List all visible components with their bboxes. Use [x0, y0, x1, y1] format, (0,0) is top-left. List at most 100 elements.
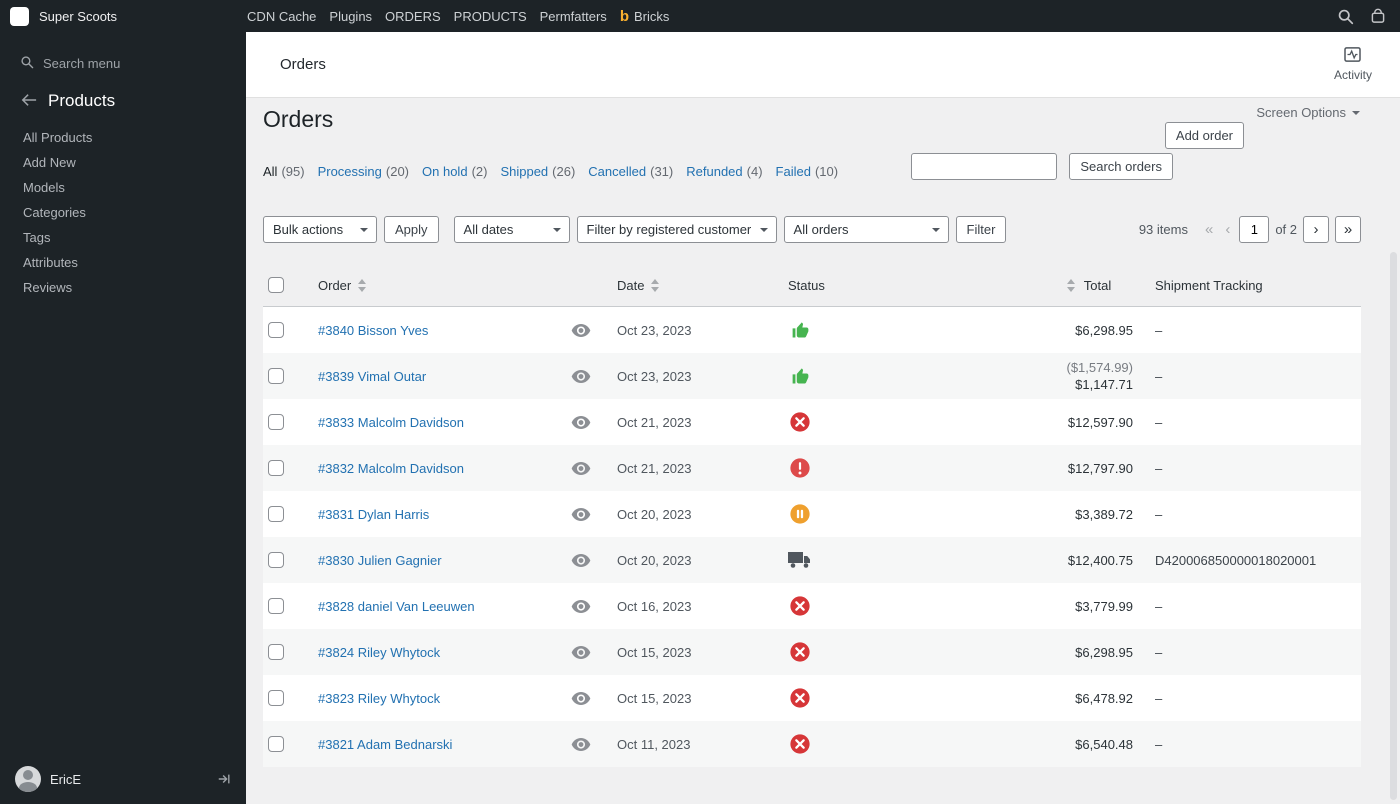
- order-row: #3830 Julien Gagnier Oct 20, 2023 $12,40…: [263, 537, 1361, 583]
- preview-eye-icon[interactable]: [571, 737, 591, 751]
- last-page-button[interactable]: »: [1335, 216, 1361, 243]
- order-status-filters: All (95) Processing (20) On hold (2) Shi…: [263, 164, 838, 179]
- orders-table: Order Date Status Total Shipment Trackin…: [263, 264, 1361, 767]
- row-checkbox[interactable]: [268, 506, 284, 522]
- status-filter-link[interactable]: All (95): [263, 164, 305, 179]
- select-all-checkbox[interactable]: [268, 277, 284, 293]
- order-link[interactable]: #3839 Vimal Outar: [318, 369, 426, 384]
- add-order-button[interactable]: Add order: [1164, 122, 1244, 149]
- collapse-sidebar-icon[interactable]: [217, 772, 231, 786]
- order-date: Oct 20, 2023: [617, 552, 692, 568]
- status-filter-link[interactable]: Shipped (26): [500, 164, 575, 179]
- row-checkbox[interactable]: [268, 690, 284, 706]
- activity-button[interactable]: Activity: [1334, 47, 1372, 82]
- order-total: $6,298.95: [1075, 322, 1133, 338]
- sidebar-search[interactable]: Search menu: [0, 32, 246, 72]
- scrollbar[interactable]: [1390, 252, 1397, 800]
- main-content: Orders Activity Orders Screen Options Ad…: [246, 32, 1400, 804]
- site-logo-icon[interactable]: [10, 6, 29, 26]
- bulk-actions-select[interactable]: Bulk actions: [263, 216, 377, 243]
- order-link[interactable]: #3833 Malcolm Davidson: [318, 415, 464, 430]
- preview-eye-icon[interactable]: [571, 323, 591, 337]
- all-dates-select[interactable]: All dates: [453, 216, 570, 243]
- status-filter-count: (26): [552, 164, 576, 179]
- site-name[interactable]: Super Scoots: [39, 9, 117, 24]
- order-link[interactable]: #3824 Riley Whytock: [318, 645, 440, 660]
- page-header: Orders Screen Options Add order Search o…: [246, 98, 1400, 264]
- row-checkbox[interactable]: [268, 414, 284, 430]
- sidebar-menu-item[interactable]: Tags: [0, 225, 246, 250]
- admin-bar-menu-item[interactable]: Plugins: [329, 9, 372, 24]
- row-checkbox[interactable]: [268, 460, 284, 476]
- page-topbar: Orders Activity: [246, 32, 1400, 98]
- admin-bar-right: [1337, 8, 1386, 25]
- all-orders-select[interactable]: All orders: [783, 216, 949, 243]
- preview-eye-icon[interactable]: [571, 369, 591, 383]
- admin-bar-menu-item-bricks[interactable]: b Bricks: [620, 9, 670, 24]
- status-filter-count: (4): [746, 164, 763, 179]
- sidebar-menu-item[interactable]: Categories: [0, 200, 246, 225]
- order-link[interactable]: #3832 Malcolm Davidson: [318, 461, 464, 476]
- screen-options-button[interactable]: Screen Options: [1256, 105, 1360, 120]
- row-checkbox[interactable]: [268, 552, 284, 568]
- preview-eye-icon[interactable]: [571, 553, 591, 567]
- sidebar-menu-item[interactable]: Add New: [0, 150, 246, 175]
- row-checkbox[interactable]: [268, 598, 284, 614]
- status-failed-icon: [788, 456, 812, 480]
- orders-search-input[interactable]: [911, 153, 1058, 180]
- status-filter-link[interactable]: Cancelled (31): [588, 164, 673, 179]
- current-page-input[interactable]: [1239, 216, 1270, 243]
- order-tracking: –: [1155, 644, 1163, 660]
- order-date: Oct 23, 2023: [617, 368, 692, 384]
- next-page-button[interactable]: ›: [1303, 216, 1329, 243]
- customer-filter-select[interactable]: Filter by registered customer: [576, 216, 777, 243]
- order-link[interactable]: #3823 Riley Whytock: [318, 691, 440, 706]
- order-row: #3840 Bisson Yves Oct 23, 2023 $6,298.95…: [263, 307, 1361, 353]
- search-icon[interactable]: [1337, 8, 1354, 25]
- status-filter-link[interactable]: Refunded (4): [686, 164, 762, 179]
- sidebar-back-products[interactable]: Products: [0, 72, 246, 117]
- order-link[interactable]: #3830 Julien Gagnier: [318, 553, 442, 568]
- preview-eye-icon[interactable]: [571, 507, 591, 521]
- storefront-bag-icon[interactable]: [1370, 8, 1386, 25]
- sidebar-menu-item[interactable]: Reviews: [0, 275, 246, 300]
- status-filter-link[interactable]: Processing (20): [318, 164, 409, 179]
- column-header-date[interactable]: Date: [603, 264, 778, 306]
- preview-eye-icon[interactable]: [571, 599, 591, 613]
- admin-bar-menu-item[interactable]: CDN Cache: [247, 9, 316, 24]
- all-dates-label: All dates: [463, 222, 514, 237]
- preview-eye-icon[interactable]: [571, 645, 591, 659]
- preview-eye-icon[interactable]: [571, 461, 591, 475]
- chevron-down-icon: [360, 227, 368, 236]
- preview-eye-icon[interactable]: [571, 415, 591, 429]
- order-link[interactable]: #3828 daniel Van Leeuwen: [318, 599, 475, 614]
- order-total: $6,478.92: [1075, 690, 1133, 706]
- order-link[interactable]: #3831 Dylan Harris: [318, 507, 429, 522]
- column-header-order[interactable]: Order: [309, 264, 559, 306]
- row-checkbox[interactable]: [268, 368, 284, 384]
- row-checkbox[interactable]: [268, 322, 284, 338]
- column-label-tracking: Shipment Tracking: [1155, 277, 1263, 293]
- order-total-cell: $6,298.95: [1038, 307, 1148, 353]
- row-checkbox[interactable]: [268, 644, 284, 660]
- admin-bar-menu-item[interactable]: Permfatters: [540, 9, 607, 24]
- filter-button[interactable]: Filter: [955, 216, 1007, 243]
- order-link[interactable]: #3821 Adam Bednarski: [318, 737, 452, 752]
- search-orders-button[interactable]: Search orders: [1069, 153, 1173, 180]
- admin-bar-menu-item[interactable]: PRODUCTS: [454, 9, 527, 24]
- total-pages-label: of 2: [1275, 222, 1297, 237]
- status-filter-link[interactable]: Failed (10): [776, 164, 839, 179]
- order-link[interactable]: #3840 Bisson Yves: [318, 323, 428, 338]
- sidebar-menu-item[interactable]: Attributes: [0, 250, 246, 275]
- order-total-cell: $6,540.48: [1038, 721, 1148, 767]
- order-row: #3824 Riley Whytock Oct 15, 2023 $6,298.…: [263, 629, 1361, 675]
- preview-eye-icon[interactable]: [571, 691, 591, 705]
- column-header-total[interactable]: Total: [1038, 264, 1148, 306]
- admin-bar-menu-item[interactable]: ORDERS: [385, 9, 441, 24]
- status-filter-label: Processing: [317, 164, 382, 179]
- sidebar-menu-item[interactable]: Models: [0, 175, 246, 200]
- apply-button[interactable]: Apply: [384, 216, 439, 243]
- status-filter-link[interactable]: On hold (2): [422, 164, 487, 179]
- sidebar-menu-item[interactable]: All Products: [0, 125, 246, 150]
- row-checkbox[interactable]: [268, 736, 284, 752]
